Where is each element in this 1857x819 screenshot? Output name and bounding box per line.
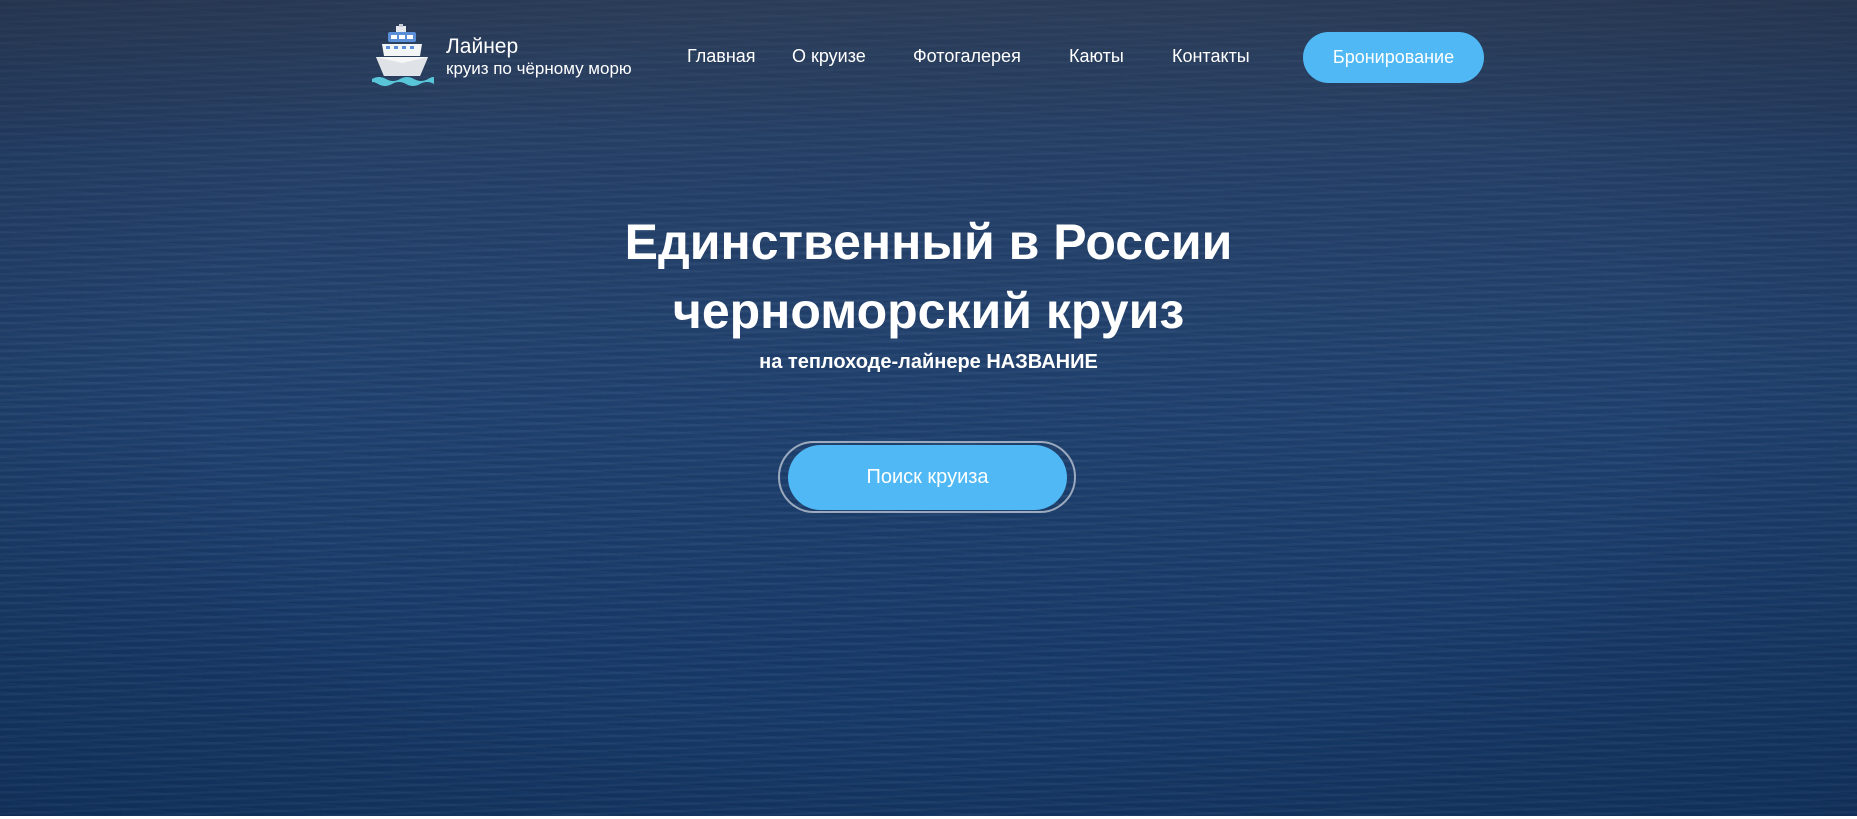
search-cruise-button[interactable]: Поиск круиза [788, 445, 1067, 510]
hero-subtitle: на теплоходе-лайнере НАЗВАНИЕ [759, 351, 1098, 373]
sea-background [0, 0, 1857, 819]
hero-title-line-1: Единственный в России [624, 214, 1233, 270]
nav-item-about[interactable]: О круизе [792, 46, 866, 67]
hero-title: Единственный в России черноморский круиз [0, 208, 1857, 346]
main-nav: Главная О круизе Фотогалерея Каюты Конта… [0, 46, 1857, 70]
nav-item-contacts[interactable]: Контакты [1172, 46, 1250, 67]
booking-button[interactable]: Бронирование [1303, 32, 1484, 83]
nav-item-gallery[interactable]: Фотогалерея [913, 46, 1021, 67]
hero-section: Лайнер круиз по чёрному морю Главная О к… [0, 0, 1857, 819]
nav-item-home[interactable]: Главная [687, 46, 756, 67]
hero-title-line-2: черноморский круиз [672, 283, 1185, 339]
nav-item-cabins[interactable]: Каюты [1069, 46, 1124, 67]
